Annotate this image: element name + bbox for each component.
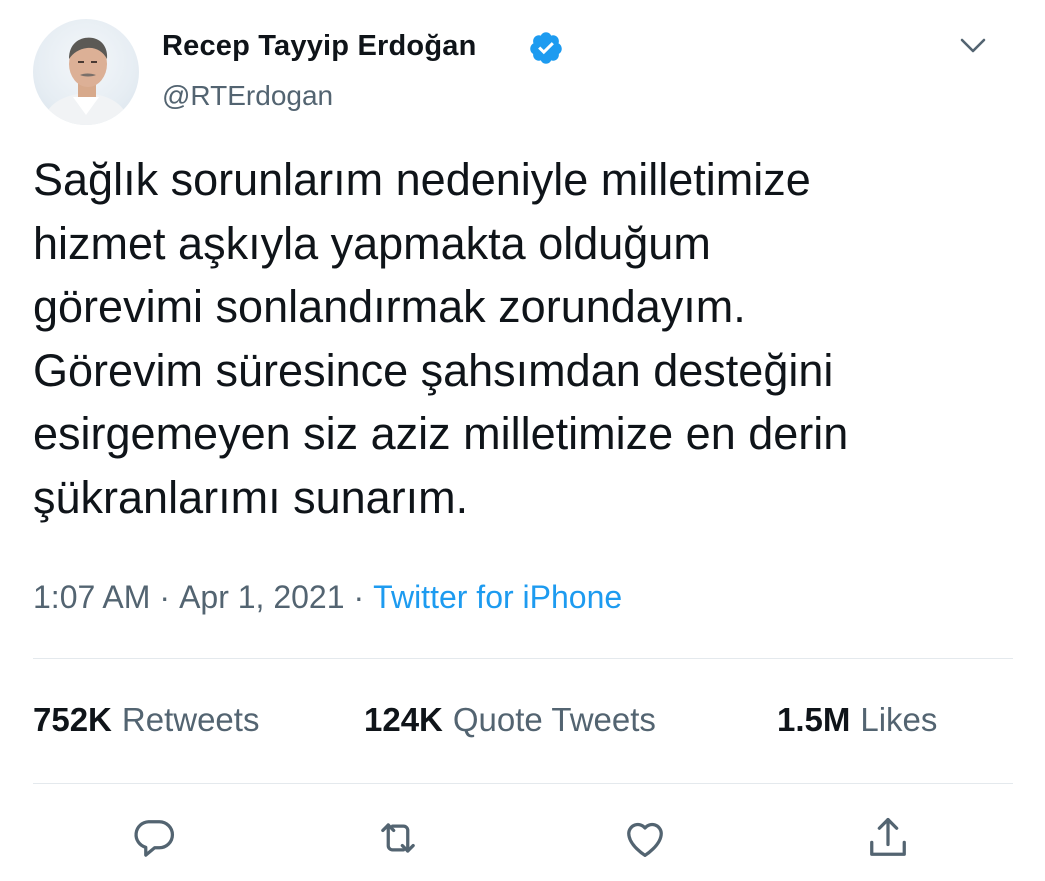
likes-stat[interactable]: 1.5M Likes bbox=[777, 701, 937, 739]
retweet-button[interactable] bbox=[372, 812, 424, 864]
tweet-text-line: görevimi sonlandırmak zorundayım. bbox=[33, 281, 746, 332]
divider bbox=[33, 658, 1013, 659]
avatar-portrait bbox=[41, 37, 131, 125]
likes-label: Likes bbox=[860, 701, 938, 738]
tweet-date[interactable]: Apr 1, 2021 bbox=[179, 579, 344, 615]
tweet-text-line: Sağlık sorunlarım nedeniyle milletimize bbox=[33, 154, 811, 205]
share-button[interactable] bbox=[862, 812, 914, 864]
heart-icon bbox=[627, 822, 663, 857]
retweets-stat[interactable]: 752K Retweets bbox=[33, 701, 259, 739]
verified-badge-icon bbox=[528, 30, 564, 66]
tweet-text-line: esirgemeyen siz aziz milletimize en deri… bbox=[33, 408, 849, 459]
author-handle[interactable]: @RTErdogan bbox=[162, 80, 333, 112]
retweets-label: Retweets bbox=[121, 701, 260, 738]
tweet-text-line: hizmet aşkıyla yapmakta olduğum bbox=[33, 217, 711, 269]
like-button[interactable] bbox=[619, 812, 671, 864]
share-icon bbox=[870, 817, 906, 856]
reply-icon bbox=[134, 820, 175, 857]
tweet-text-line: Görevim süresince şahsımdan desteğini bbox=[33, 344, 834, 396]
tweet-detail: Recep Tayyip Erdoğan @RTErdogan Sağlık s… bbox=[0, 0, 1045, 881]
likes-count: 1.5M bbox=[777, 701, 851, 738]
chevron-down-icon[interactable] bbox=[956, 30, 990, 60]
retweet-icon bbox=[381, 823, 415, 853]
reply-button[interactable] bbox=[128, 812, 180, 864]
author-display-name[interactable]: Recep Tayyip Erdoğan bbox=[162, 30, 477, 63]
meta-separator: · bbox=[159, 579, 171, 615]
quote-tweets-stat[interactable]: 124K Quote Tweets bbox=[364, 701, 656, 739]
tweet-source-link[interactable]: Twitter for iPhone bbox=[373, 579, 622, 615]
avatar[interactable] bbox=[33, 19, 139, 125]
divider bbox=[33, 783, 1013, 784]
meta-separator: · bbox=[353, 579, 365, 615]
retweets-count: 752K bbox=[33, 701, 112, 738]
quote-tweets-label: Quote Tweets bbox=[452, 701, 656, 738]
tweet-time[interactable]: 1:07 AM bbox=[33, 579, 150, 615]
tweet-text: Sağlık sorunlarım nedeniyle milletimize … bbox=[33, 148, 1023, 529]
tweet-text-line: şükranlarımı sunarım. bbox=[33, 471, 469, 523]
quote-tweets-count: 124K bbox=[364, 701, 443, 738]
tweet-metadata: 1:07 AM · Apr 1, 2021 · Twitter for iPhone bbox=[33, 579, 622, 616]
